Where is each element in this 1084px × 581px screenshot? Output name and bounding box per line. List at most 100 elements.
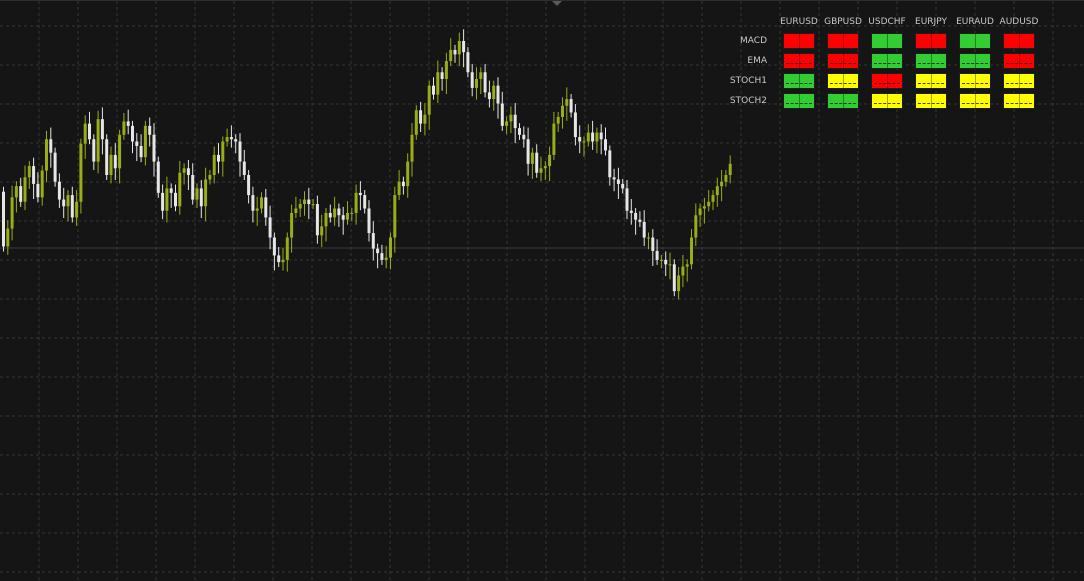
candle-bear <box>419 110 423 124</box>
candle-bear <box>152 134 156 162</box>
candle-bear <box>268 217 272 238</box>
candle-bull <box>427 85 431 115</box>
candle-bull <box>333 208 337 218</box>
candle-bull <box>290 212 294 238</box>
candle-bear <box>191 175 195 200</box>
candle-bull <box>311 204 315 206</box>
candle-bull <box>595 132 599 142</box>
candle-bear <box>32 166 36 184</box>
candle-bull <box>668 264 672 266</box>
candle-bull <box>208 175 212 180</box>
candle-bull <box>548 154 552 167</box>
signal-cell-stoch2-audusd <box>1003 93 1035 109</box>
candle-bear <box>470 72 474 88</box>
candle-bull <box>505 121 509 126</box>
signal-cell-stoch1-euraud <box>959 73 991 89</box>
signal-dashboard: EURUSD GBPUSD USDCHF EURJPY EURAUD AUDUSD MACD… <box>720 15 1050 113</box>
candle-bear <box>272 237 276 256</box>
candle-bear <box>247 175 251 196</box>
candle-bear <box>500 103 504 126</box>
candle-bull <box>285 237 289 260</box>
candle-bull <box>586 132 590 142</box>
candle-bear <box>376 248 380 254</box>
candle-bear <box>62 199 66 207</box>
candle-bull <box>255 208 259 211</box>
candle-bull <box>14 186 18 198</box>
candle-bear <box>599 132 603 140</box>
candle-bear <box>483 72 487 93</box>
candle-bear <box>401 181 405 187</box>
candle-bear <box>432 85 435 95</box>
candle-bear <box>462 41 466 53</box>
candle-bear <box>466 52 470 73</box>
candle-bear <box>496 85 500 104</box>
candle-bear <box>49 139 53 153</box>
candle-bull <box>122 121 126 135</box>
candle-bull <box>10 197 14 229</box>
candle-bull <box>406 161 410 187</box>
signal-cell-ema-gbpusd <box>827 53 859 69</box>
candle-bear <box>672 264 676 292</box>
candle-bear <box>604 139 607 151</box>
candle-bull <box>96 119 100 162</box>
candle-bear <box>380 253 384 260</box>
candle-bull <box>165 188 169 211</box>
signal-cell-ema-usdchf <box>871 53 903 69</box>
candle-bear <box>234 139 238 142</box>
candle-bear <box>612 177 616 180</box>
candle-bear <box>229 137 233 140</box>
candle-bull <box>79 143 83 202</box>
candle-bull <box>711 195 715 202</box>
pair-header-gbpusd: GBPUSD <box>824 17 862 27</box>
candle-bear <box>36 183 40 198</box>
candle-bear <box>100 119 104 140</box>
candle-bull <box>410 134 414 162</box>
candle-bull <box>45 139 48 171</box>
candle-bear <box>616 179 620 184</box>
candle-bull <box>479 72 483 79</box>
candle-bear <box>634 212 638 220</box>
signal-cell-stoch1-audusd <box>1003 73 1035 89</box>
candle-bear <box>105 139 109 175</box>
candle-bear <box>277 255 281 263</box>
signal-cell-stoch1-gbpusd <box>827 73 859 89</box>
candle-bull <box>681 266 685 276</box>
price-chart[interactable]: EURUSD GBPUSD USDCHF EURJPY EURAUD AUDUSD MACD… <box>0 0 1084 581</box>
pair-header-audusd: AUDUSD <box>999 17 1039 27</box>
candle-bear <box>139 145 143 158</box>
signal-cell-macd-gbpusd <box>827 33 859 49</box>
signal-cell-ema-eurjpy <box>915 53 947 69</box>
signal-cell-stoch2-eurusd <box>783 93 815 109</box>
candle-bull <box>552 123 556 155</box>
candle-bull <box>720 181 724 187</box>
candle-bear <box>642 221 646 238</box>
candle-bull <box>436 72 440 95</box>
chart-shift-marker-icon[interactable] <box>552 1 562 6</box>
candle-bull <box>178 172 182 207</box>
candle-bull <box>143 125 147 158</box>
indicator-label-ema: EMA <box>747 56 767 66</box>
candle-bear <box>363 195 367 209</box>
candle-bull <box>690 237 693 265</box>
signal-cell-stoch2-gbpusd <box>827 93 859 109</box>
signal-cell-stoch1-eurusd <box>783 73 815 89</box>
candle-bear <box>131 125 134 142</box>
candle-bull <box>83 123 87 144</box>
candle-bull <box>543 166 547 169</box>
candle-bear <box>217 154 220 162</box>
candle-bull <box>724 175 728 182</box>
candle-bear <box>328 212 332 218</box>
candle-bull <box>444 61 448 79</box>
candle-bull <box>109 154 113 175</box>
candle-bear <box>621 183 625 189</box>
candle-bear <box>242 161 246 175</box>
candle-bear <box>371 233 375 249</box>
candle-bull <box>294 208 298 213</box>
candle-bull <box>539 168 543 173</box>
candle-bull <box>324 212 328 227</box>
candle-bull <box>647 237 650 239</box>
candle-bull <box>303 199 306 205</box>
candle-bull <box>225 137 229 142</box>
signal-cell-ema-eurusd <box>783 53 815 69</box>
candle-bear <box>337 208 341 216</box>
